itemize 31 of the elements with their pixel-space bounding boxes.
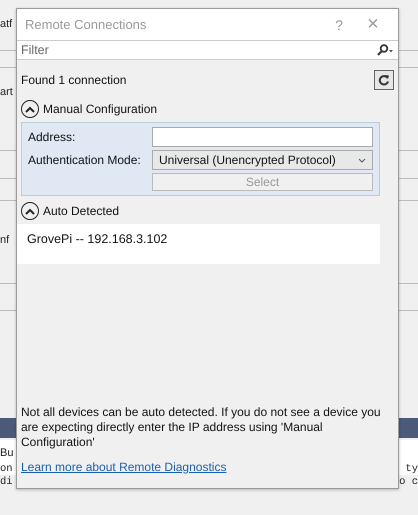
window-title: Remote Connections — [25, 17, 148, 32]
background-text: Bu — [0, 447, 14, 459]
background-text: atf — [0, 18, 12, 30]
chevron-up-icon — [25, 106, 35, 112]
collapse-button[interactable] — [21, 100, 39, 118]
collapse-button[interactable] — [21, 202, 39, 220]
section-title: Auto Detected — [43, 204, 120, 218]
filter-input[interactable]: Filter — [21, 43, 376, 57]
filter-field[interactable]: Filter — [17, 40, 398, 60]
help-button[interactable]: ? — [322, 16, 356, 32]
refresh-icon — [378, 74, 390, 86]
background-text: o c — [399, 476, 418, 488]
caret-icon — [358, 158, 366, 162]
background-text: ty — [405, 463, 418, 475]
close-button[interactable]: × — [356, 13, 390, 36]
background-text: di — [0, 476, 13, 488]
background-text: on — [0, 463, 13, 475]
auth-mode-dropdown[interactable]: Universal (Unencrypted Protocol) — [152, 150, 373, 170]
auth-mode-label: Authentication Mode: — [28, 153, 142, 167]
connection-count: Found 1 connection — [21, 73, 126, 87]
device-item[interactable]: GrovePi -- 192.168.3.102 — [27, 232, 370, 246]
learn-more-link[interactable]: Learn more about Remote Diagnostics — [21, 460, 226, 474]
address-field[interactable] — [152, 127, 373, 147]
address-label: Address: — [28, 130, 76, 144]
refresh-button[interactable] — [374, 70, 394, 90]
chevron-up-icon — [25, 208, 35, 214]
background-text: nf — [0, 234, 10, 246]
section-title: Manual Configuration — [43, 102, 158, 116]
search-icon[interactable] — [376, 44, 394, 56]
help-note: Not all devices can be auto detected. If you do not see a device you are expecting directly enter the IP address using 'Manual Configuration' — [21, 405, 382, 450]
background-text: art — [0, 86, 13, 98]
